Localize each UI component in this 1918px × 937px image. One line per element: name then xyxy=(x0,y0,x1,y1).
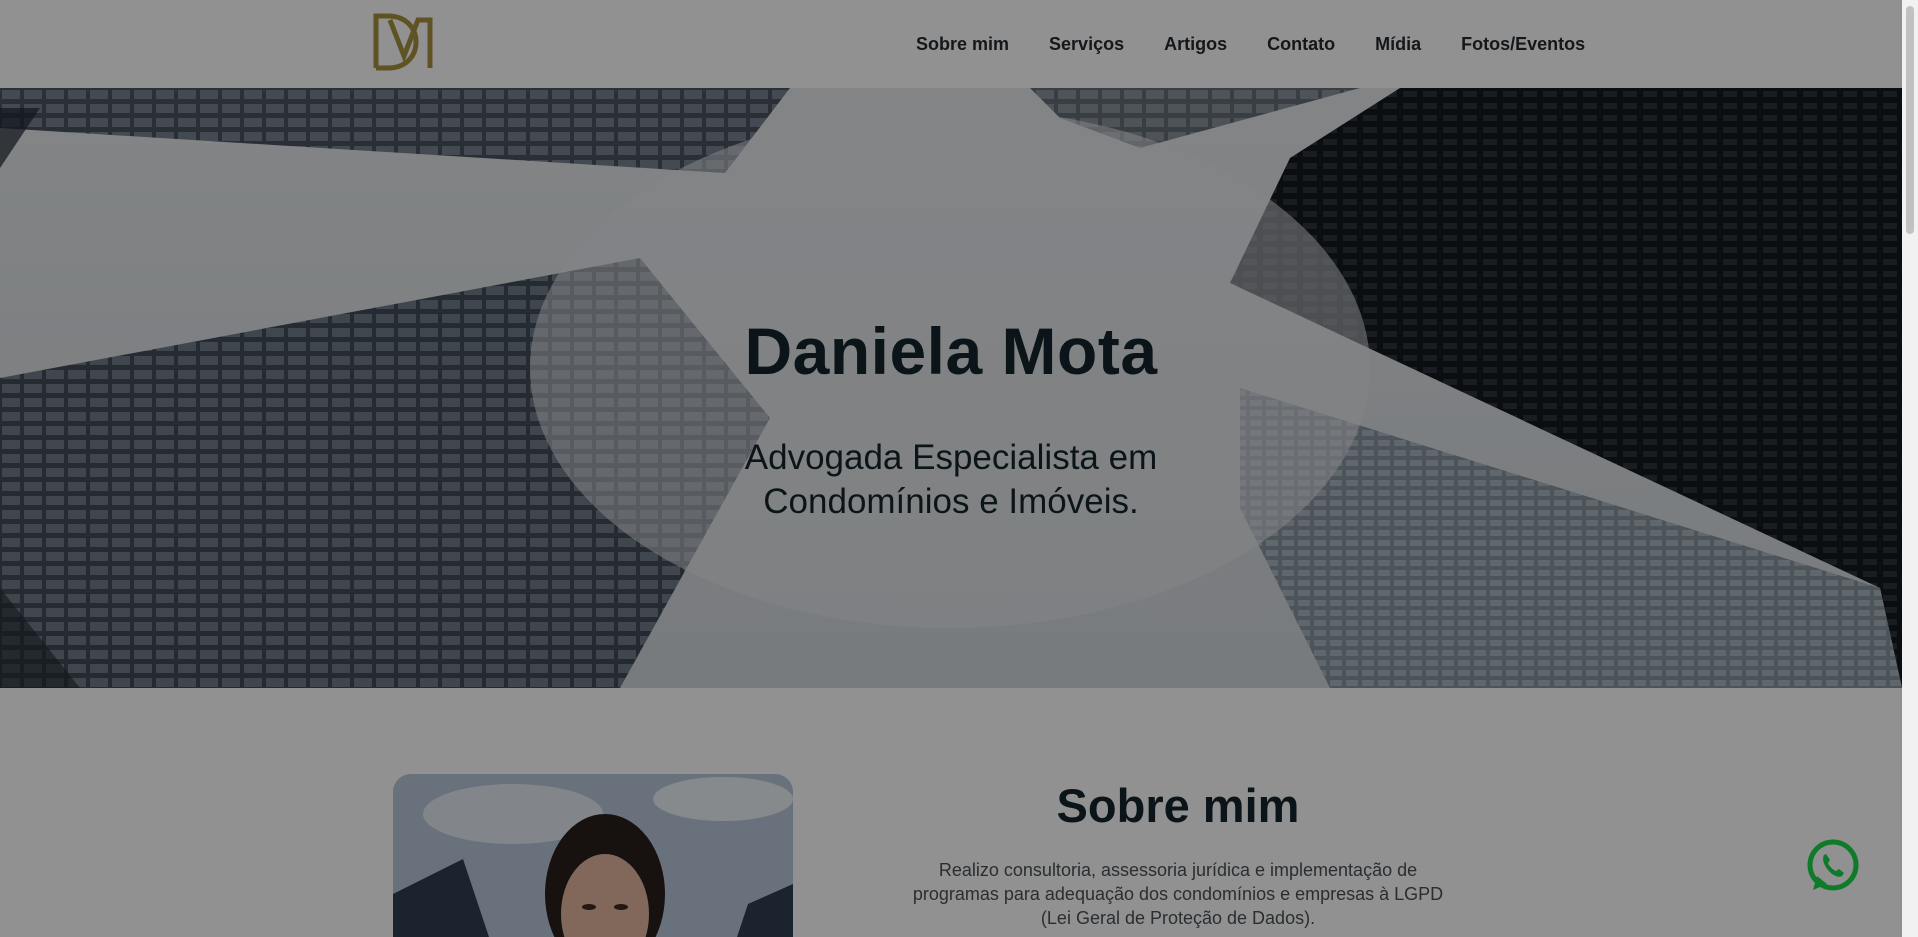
nav-link-sobre-mim[interactable]: Sobre mim xyxy=(916,34,1009,55)
hero-subtitle-line-2: Condomínios e Imóveis. xyxy=(763,482,1139,521)
nav-link-servicos[interactable]: Serviços xyxy=(1049,34,1124,55)
about-section: Sobre mim Realizo consultoria, assessori… xyxy=(0,688,1902,937)
scrollbar-thumb[interactable] xyxy=(1906,6,1914,234)
site-header: Sobre mim Serviços Artigos Contato Mídia… xyxy=(0,0,1902,88)
about-text-line-3: (Lei Geral de Proteção de Dados). xyxy=(1040,908,1316,928)
profile-photo-image xyxy=(393,774,793,937)
page: Sobre mim Serviços Artigos Contato Mídia… xyxy=(0,0,1902,937)
nav-link-artigos[interactable]: Artigos xyxy=(1164,34,1227,55)
hero-subtitle: Advogada Especialista em Condomínios e I… xyxy=(0,436,1902,524)
profile-photo xyxy=(393,774,793,937)
nav-link-fotos-eventos[interactable]: Fotos/Eventos xyxy=(1461,34,1585,55)
whatsapp-icon[interactable] xyxy=(1805,838,1861,894)
about-text-line-2: programas para adequação dos condomínios… xyxy=(912,884,1444,904)
about-text-line-1: Realizo consultoria, assessoria jurídica… xyxy=(938,860,1418,880)
vertical-scrollbar[interactable] xyxy=(1902,0,1918,937)
about-title: Sobre mim xyxy=(1056,779,1300,832)
dm-monogram-logo[interactable] xyxy=(372,12,434,72)
nav-link-midia[interactable]: Mídia xyxy=(1375,34,1421,55)
about-description: Realizo consultoria, assessoria jurídica… xyxy=(878,858,1478,930)
hero-section: Daniela Mota Advogada Especialista em Co… xyxy=(0,88,1902,688)
nav-link-contato[interactable]: Contato xyxy=(1267,34,1335,55)
main-nav: Sobre mim Serviços Artigos Contato Mídia… xyxy=(900,0,1585,88)
hero-subtitle-line-1: Advogada Especialista em xyxy=(744,438,1158,477)
hero-title: Daniela Mota xyxy=(744,314,1158,388)
